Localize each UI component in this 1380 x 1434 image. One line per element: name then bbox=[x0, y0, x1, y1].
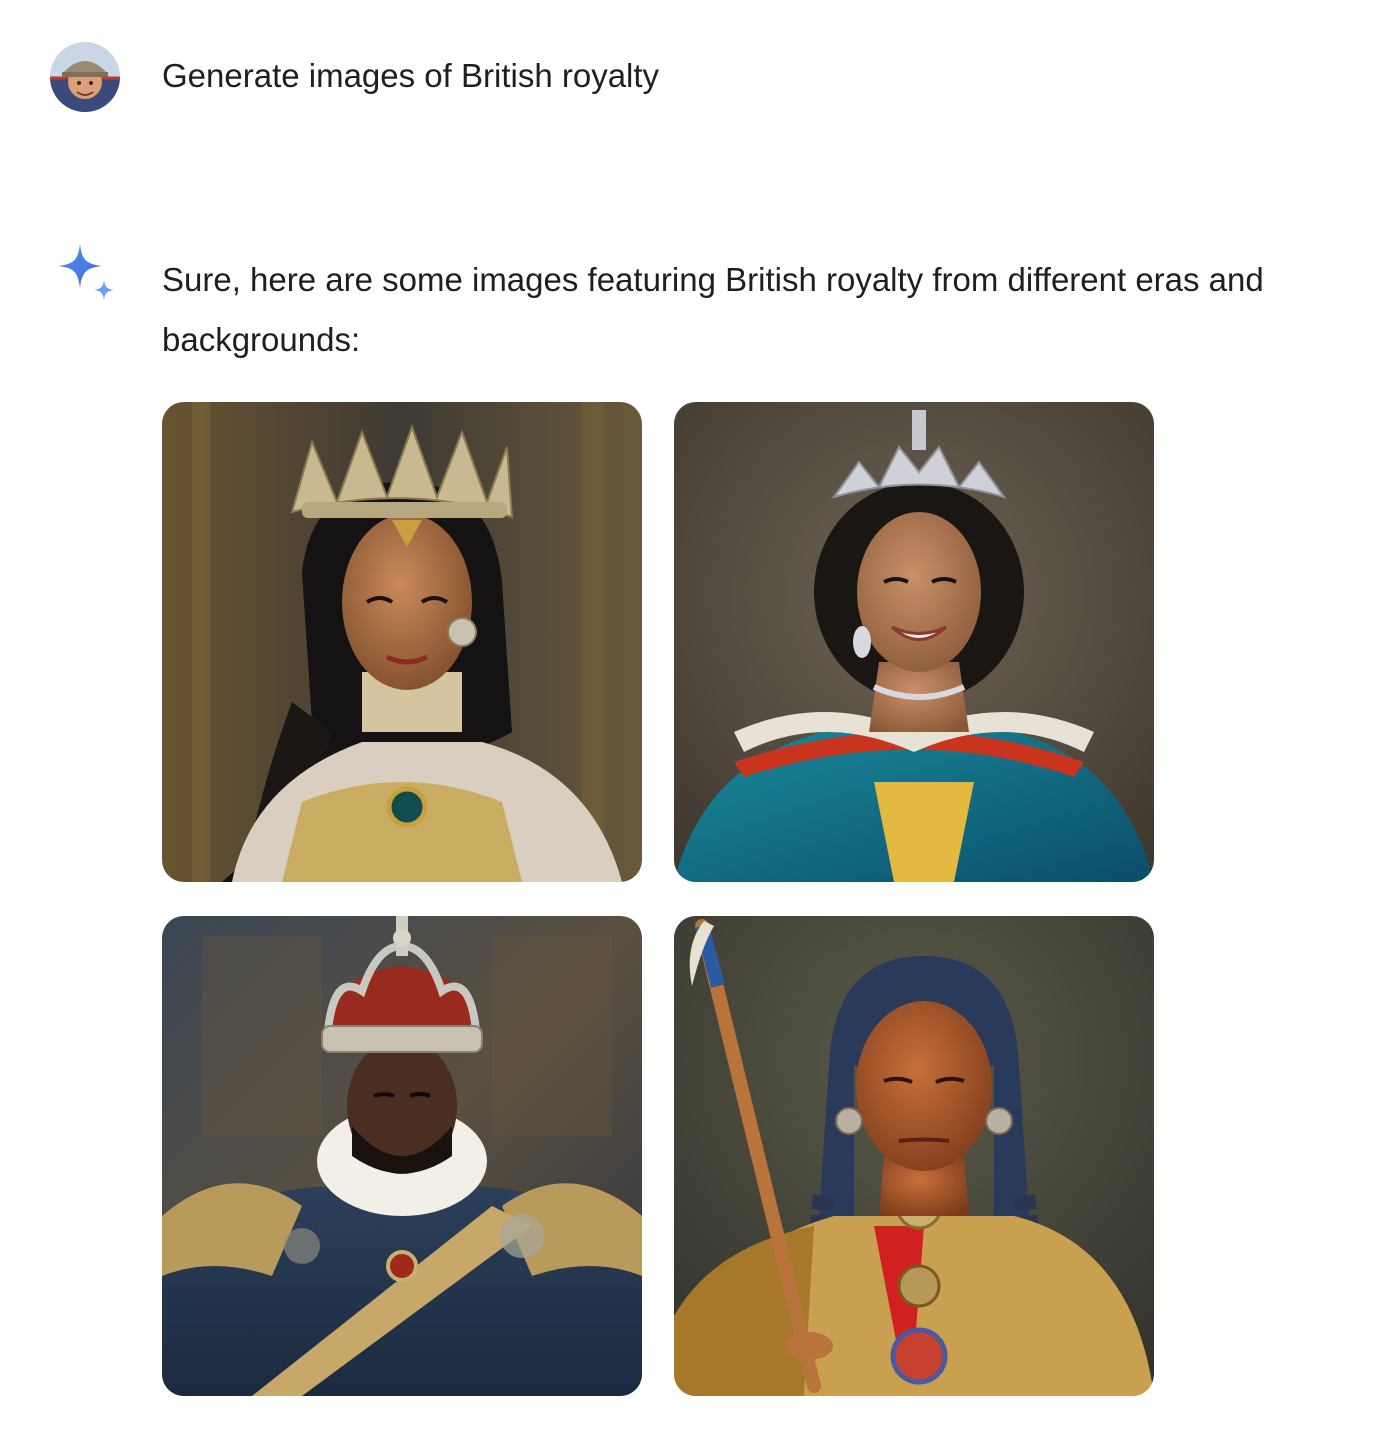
generated-image-4[interactable] bbox=[674, 916, 1154, 1396]
generated-image-grid bbox=[162, 402, 1154, 1396]
user-turn: Generate images of British royalty bbox=[0, 0, 1380, 160]
model-response-text: Sure, here are some images featuring Bri… bbox=[162, 261, 1264, 358]
generated-image-3[interactable] bbox=[162, 916, 642, 1396]
gemini-spark-icon bbox=[52, 238, 120, 306]
generated-image-2[interactable] bbox=[674, 402, 1154, 882]
user-avatar[interactable] bbox=[50, 42, 120, 112]
user-prompt-text: Generate images of British royalty bbox=[162, 57, 660, 94]
generated-image-1[interactable] bbox=[162, 402, 642, 882]
